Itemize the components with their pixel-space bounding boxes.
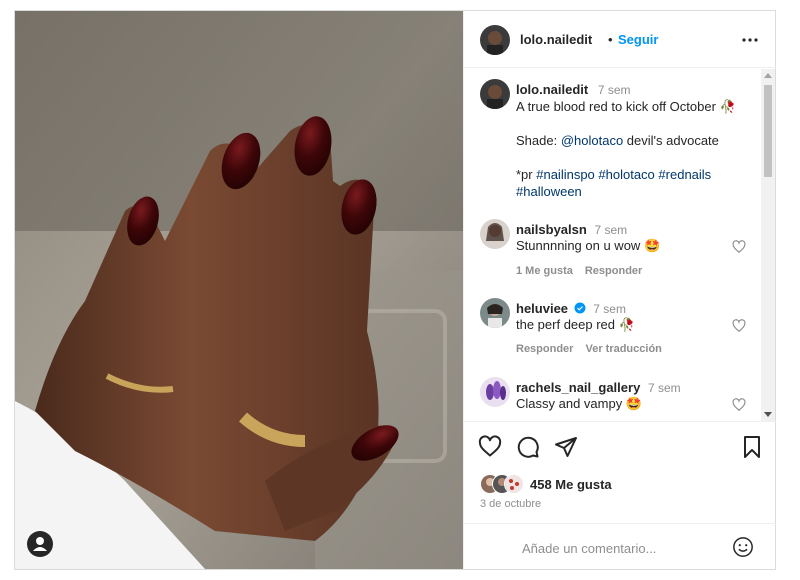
comment-username[interactable]: nailsbyalsn	[516, 222, 587, 237]
see-translation-button[interactable]: Ver traducción	[585, 343, 661, 355]
smiley-icon	[733, 537, 753, 557]
more-options-button[interactable]	[741, 31, 759, 49]
mention-holotaco[interactable]: @holotaco	[561, 133, 623, 148]
rose-emoji: 🥀	[719, 99, 736, 114]
caption-line-1: A true blood red to kick off October 🥀	[516, 98, 756, 115]
shade-prefix: Shade:	[516, 133, 561, 148]
comments-scrollbar[interactable]	[761, 69, 775, 421]
comment-actions: Responder Ver traducción	[516, 343, 674, 355]
commenter-avatar[interactable]	[480, 377, 510, 407]
caption-line1-text: A true blood red to kick off October	[516, 99, 716, 114]
comment-button[interactable]	[516, 435, 540, 464]
scrollbar-thumb[interactable]	[764, 85, 772, 177]
likers-avatars[interactable]	[480, 474, 536, 494]
comment-bubble-icon	[517, 436, 539, 458]
verified-badge-icon	[574, 302, 586, 314]
post-date[interactable]: 3 de octubre	[480, 498, 541, 510]
comment-text: Classy and vampy 🤩	[516, 395, 642, 412]
reply-button[interactable]: Responder	[516, 343, 573, 355]
heart-icon	[478, 435, 502, 457]
caption-header: lolo.nailedit 7 sem	[516, 81, 631, 99]
comment-like-button[interactable]	[732, 319, 746, 333]
scroll-down-arrow-icon[interactable]	[764, 412, 772, 417]
comment-time[interactable]: 7 sem	[593, 302, 626, 316]
liker-avatar	[504, 474, 524, 494]
add-comment-bar	[464, 523, 776, 569]
tagged-people-button[interactable]	[27, 531, 53, 557]
comment-time[interactable]: 7 sem	[594, 223, 627, 237]
comment-text-body: Classy and vampy	[516, 396, 623, 411]
comment-username[interactable]: heluviee	[516, 301, 568, 316]
commenter-avatar[interactable]	[480, 298, 510, 328]
comment-time[interactable]: 7 sem	[648, 381, 681, 395]
heart-outline-icon	[732, 240, 746, 254]
heart-outline-icon	[732, 319, 746, 333]
comment-text: the perf deep red 🥀	[516, 316, 635, 333]
comment-emoji: 🤩	[625, 396, 643, 411]
post-side-panel: lolo.nailedit • Seguir lolo.nailedit 7 s…	[463, 11, 776, 569]
hashtag-rednails[interactable]: #rednails	[658, 167, 711, 182]
hashtag-halloween[interactable]: #halloween	[516, 184, 582, 199]
author-avatar[interactable]	[480, 25, 510, 55]
comment-text-body: Stunnnning on u wow	[516, 238, 641, 253]
post-header: lolo.nailedit • Seguir	[464, 11, 776, 68]
hashtag-nailinspo[interactable]: #nailinspo	[536, 167, 595, 182]
bookmark-icon	[744, 436, 760, 458]
caption-tags-line: *pr #nailinspo #holotaco #rednails #hallo…	[516, 166, 756, 200]
reply-button[interactable]: Responder	[585, 265, 642, 277]
author-username[interactable]: lolo.nailedit	[520, 32, 592, 47]
share-button[interactable]	[554, 435, 578, 464]
post-actions-area: 458 Me gusta 3 de octubre	[464, 421, 776, 510]
more-horizontal-icon	[742, 38, 758, 42]
caption-shade-line: Shade: @holotaco devil's advocate	[516, 132, 756, 149]
header-separator: •	[608, 32, 613, 47]
nail-photo-illustration	[15, 11, 463, 569]
comments-list[interactable]: lolo.nailedit 7 sem A true blood red to …	[464, 69, 776, 419]
comment-emoji: 🥀	[618, 317, 635, 332]
comment-text: Stunnnning on u wow 🤩	[516, 237, 660, 254]
save-button[interactable]	[740, 435, 764, 464]
pr-prefix: *pr	[516, 167, 537, 182]
like-button[interactable]	[478, 435, 502, 464]
commenter-avatar[interactable]	[480, 219, 510, 249]
likes-count[interactable]: 458 Me gusta	[530, 477, 612, 492]
paper-plane-icon	[555, 437, 577, 457]
scroll-up-arrow-icon[interactable]	[764, 73, 772, 78]
emoji-picker-button[interactable]	[732, 536, 754, 563]
comment-likes-count[interactable]: 1 Me gusta	[516, 265, 573, 277]
shade-suffix: devil's advocate	[623, 133, 719, 148]
comment-username[interactable]: rachels_nail_gallery	[516, 380, 640, 395]
person-icon	[33, 537, 47, 551]
post-container: lolo.nailedit • Seguir lolo.nailedit 7 s…	[14, 10, 776, 570]
comment-input[interactable]	[520, 536, 724, 560]
comment-like-button[interactable]	[732, 398, 746, 412]
post-photo[interactable]	[15, 11, 463, 569]
caption-body: A true blood red to kick off October 🥀 S…	[516, 98, 756, 200]
comment-text-body: the perf deep red	[516, 317, 616, 332]
heart-outline-icon	[732, 398, 746, 412]
comment-like-button[interactable]	[732, 240, 746, 254]
caption-avatar[interactable]	[480, 79, 510, 109]
follow-button[interactable]: Seguir	[618, 32, 658, 47]
caption-username[interactable]: lolo.nailedit	[516, 82, 588, 97]
comment-actions: 1 Me gusta Responder	[516, 265, 654, 277]
comment-emoji: 🤩	[643, 238, 661, 253]
hashtag-holotaco[interactable]: #holotaco	[598, 167, 654, 182]
caption-time[interactable]: 7 sem	[598, 83, 631, 97]
